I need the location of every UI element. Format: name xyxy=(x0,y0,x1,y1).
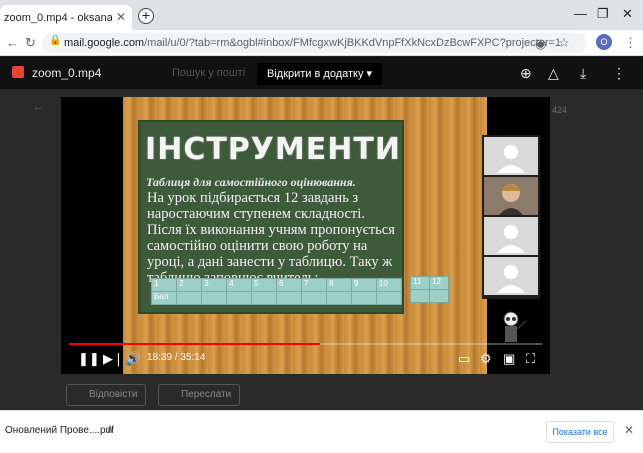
grid-cell: 6 xyxy=(276,278,303,292)
reload-icon[interactable]: ↻ xyxy=(25,35,36,51)
minimize-icon[interactable]: — xyxy=(574,6,587,21)
download-item[interactable]: Оновлений Прове....pdf xyxy=(5,425,114,436)
chevron-up-icon[interactable]: ∧ xyxy=(106,423,114,436)
grid-cell xyxy=(375,291,403,305)
ghost-count: 424 xyxy=(552,105,568,115)
grid-cell xyxy=(176,291,203,305)
ghost-search-text: Пошук у пошті xyxy=(172,67,246,79)
next-icon[interactable]: ▶❘ xyxy=(103,351,124,367)
new-tab-button[interactable]: + xyxy=(138,8,154,24)
video-progress-bar[interactable] xyxy=(69,343,542,345)
grid-cell: 5 xyxy=(251,278,278,292)
address-bar[interactable]: 🔒 mail.google.com/mail/u/0/?tab=rm&ogbl#… xyxy=(42,33,587,53)
grid-cell xyxy=(410,289,430,303)
slide-title: ІНСТРУМЕНТИ xyxy=(145,132,401,167)
more-options-icon[interactable]: ⋮ xyxy=(612,65,626,82)
grid-cell: 8 xyxy=(325,278,352,292)
media-viewer: zoom_0.mp4 Пошук у пошті Відкрити в дода… xyxy=(0,57,643,410)
grid-cell: 11 xyxy=(410,276,430,290)
participant-tile xyxy=(484,257,538,295)
grid-cell xyxy=(429,289,449,303)
eye-icon[interactable]: ◉ xyxy=(535,36,546,52)
fullscreen-icon[interactable]: ⛶ xyxy=(526,351,535,367)
viewer-header: zoom_0.mp4 Пошук у пошті Відкрити в дода… xyxy=(0,57,643,89)
drive-add-icon[interactable]: △ xyxy=(548,65,559,82)
grid-cell xyxy=(276,291,303,305)
captions-icon[interactable]: ▭ xyxy=(458,351,470,367)
settings-gear-icon[interactable]: ⚙ xyxy=(480,351,492,367)
pause-icon[interactable]: ❚❚ xyxy=(78,351,100,367)
volume-icon[interactable]: 🔊 xyxy=(125,351,141,367)
grid-row-label: Бал xyxy=(150,291,178,305)
user-silhouette-icon xyxy=(497,225,525,253)
file-name: zoom_0.mp4 xyxy=(32,66,102,80)
slide-board: ІНСТРУМЕНТИ Таблиця для самостійного оці… xyxy=(138,120,404,314)
tab-title: zoom_0.mp4 - oksana.solowi xyxy=(4,12,112,24)
grid-cell: 4 xyxy=(226,278,253,292)
forward-button: Переслати xyxy=(158,384,241,406)
close-window-icon[interactable]: ✕ xyxy=(622,6,633,22)
browser-tab[interactable]: zoom_0.mp4 - oksana.solowi ✕ xyxy=(0,5,132,30)
download-icon[interactable]: ⤓ xyxy=(580,65,586,82)
user-silhouette-icon xyxy=(497,145,525,173)
grid-cell: 12 xyxy=(429,276,449,290)
grid-cell xyxy=(201,291,228,305)
grid-cell xyxy=(251,291,278,305)
progress-fill xyxy=(69,343,320,345)
profile-avatar[interactable]: O xyxy=(596,34,612,50)
grid-cell: 1 xyxy=(150,278,178,292)
bookmark-star-icon[interactable]: ☆ xyxy=(558,35,570,51)
browser-toolbar: ← ↻ 🔒 mail.google.com/mail/u/0/?tab=rm&o… xyxy=(0,30,643,56)
reply-button: Відповісти xyxy=(66,384,147,406)
score-table: 1 2 3 4 5 6 7 8 9 10 Бал xyxy=(150,278,403,305)
user-silhouette-icon xyxy=(497,265,525,293)
lock-icon[interactable]: 🔒 xyxy=(49,35,61,46)
grid-cell: 9 xyxy=(350,278,377,292)
grid-cell: 2 xyxy=(176,278,203,292)
url-text: mail.google.com/mail/u/0/?tab=rm&ogbl#in… xyxy=(64,37,562,49)
slide-frame: ІНСТРУМЕНТИ Таблиця для самостійного оці… xyxy=(123,97,526,374)
slide-subtitle: Таблиця для самостійного оцінювання. xyxy=(146,175,356,189)
score-table-extra: 11 12 xyxy=(410,276,449,303)
show-all-button[interactable]: Показати все xyxy=(546,421,614,443)
tab-strip: zoom_0.mp4 - oksana.solowi ✕ + — ❐ ✕ xyxy=(0,0,643,30)
download-bar: Оновлений Прове....pdf ∧ Показати все ✕ xyxy=(0,410,643,453)
participants-panel xyxy=(482,135,540,299)
ghost-back-arrow-icon: ← xyxy=(33,101,44,113)
time-display: 18:39 / 35:14 xyxy=(147,352,206,363)
tab-close-icon[interactable]: ✕ xyxy=(116,10,126,24)
slide-body: На урок підбирається 12 завдань з нарост… xyxy=(147,190,395,286)
close-download-bar-icon[interactable]: ✕ xyxy=(624,423,634,437)
grid-cell xyxy=(301,291,327,305)
add-to-drive-icon[interactable]: ⊕ xyxy=(520,65,532,82)
open-with-button[interactable]: Відкрити в додатку ▾ xyxy=(257,63,383,85)
speaker-face-icon xyxy=(499,184,523,215)
participant-tile xyxy=(484,137,538,175)
maximize-icon[interactable]: ❐ xyxy=(597,6,609,22)
grid-cell xyxy=(350,291,377,305)
grid-cell: 3 xyxy=(201,278,228,292)
participant-video-tile xyxy=(484,177,538,215)
back-arrow-icon[interactable]: ← xyxy=(6,35,19,50)
miniplayer-icon[interactable]: ▣ xyxy=(503,351,515,367)
chrome-menu-icon[interactable]: ⋮ xyxy=(624,35,637,51)
grid-cell: 10 xyxy=(375,278,403,292)
video-player[interactable]: ІНСТРУМЕНТИ Таблиця для самостійного оці… xyxy=(61,97,550,374)
participant-tile xyxy=(484,217,538,255)
grid-cell xyxy=(226,291,253,305)
video-file-icon xyxy=(12,66,24,78)
grid-cell xyxy=(325,291,352,305)
grid-cell: 7 xyxy=(301,278,327,292)
